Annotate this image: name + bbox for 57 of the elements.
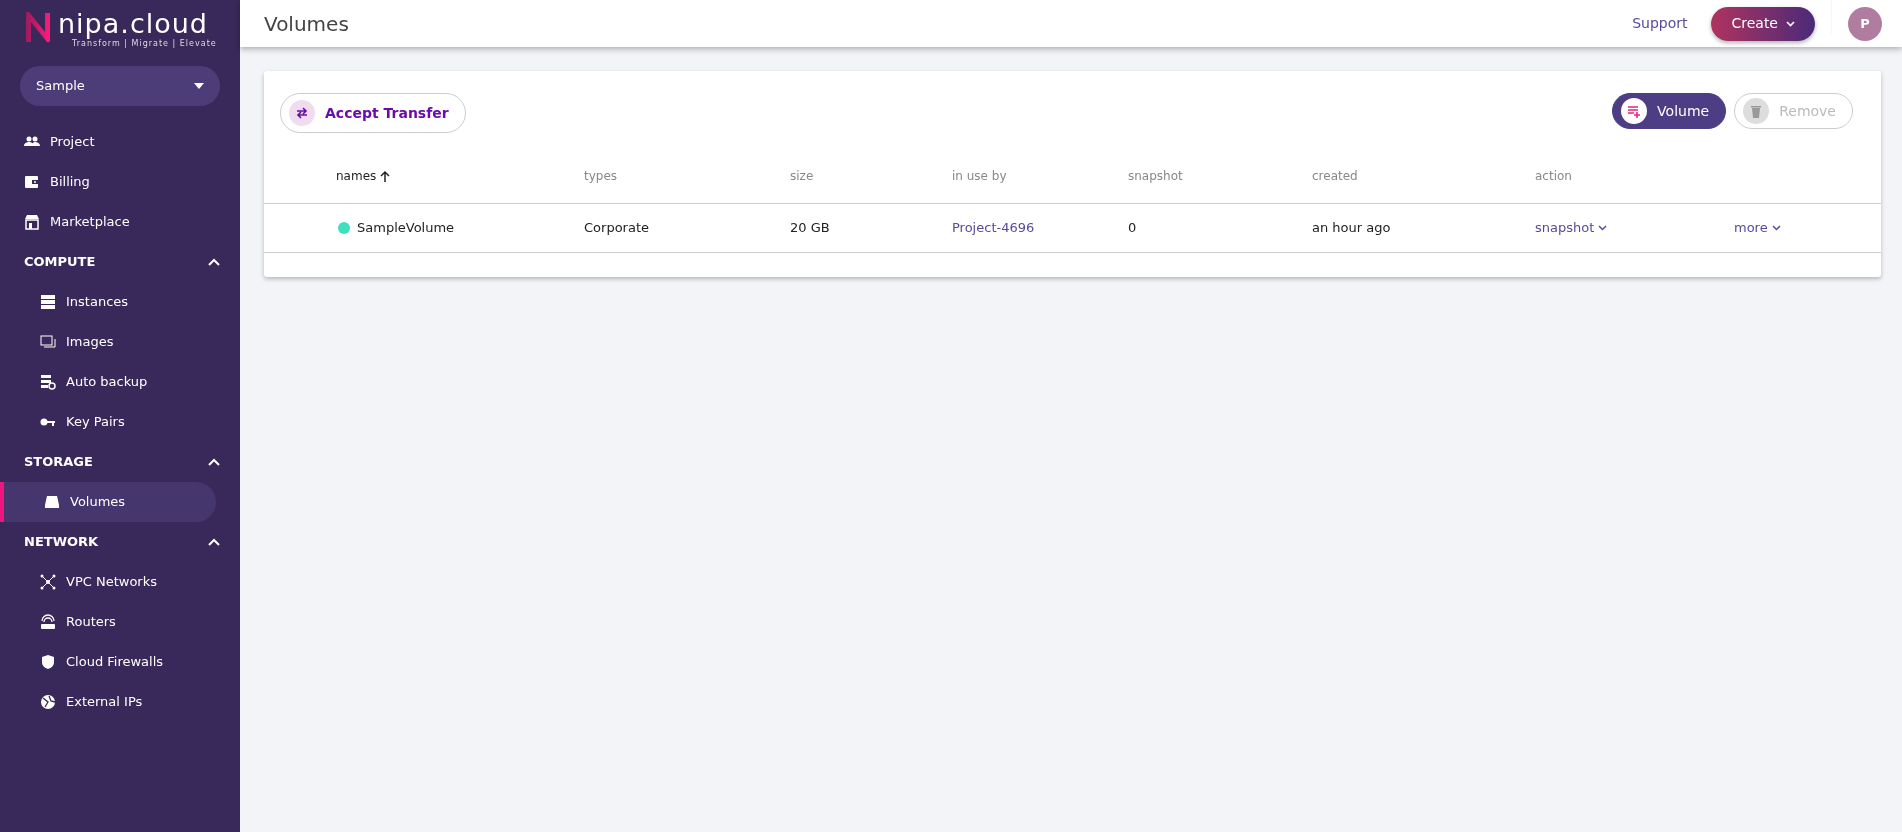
project-selector[interactable]: Sample bbox=[20, 66, 220, 106]
sidebar-item[interactable]: Key Pairs bbox=[0, 402, 216, 442]
store-icon bbox=[24, 214, 40, 230]
sidebar-item[interactable]: Instances bbox=[0, 282, 216, 322]
page-title: Volumes bbox=[264, 10, 350, 38]
server-icon bbox=[40, 294, 56, 310]
sidebar-item[interactable]: Volumes bbox=[0, 482, 216, 522]
sidebar-item[interactable]: Auto backup bbox=[0, 362, 216, 402]
more-dropdown[interactable]: more bbox=[1734, 218, 1781, 238]
sidebar-item[interactable]: Project bbox=[0, 122, 216, 162]
column-header[interactable]: types bbox=[584, 167, 618, 185]
trash-icon bbox=[1749, 104, 1764, 118]
column-header[interactable]: snapshot bbox=[1128, 167, 1183, 185]
sidebar-item[interactable]: External IPs bbox=[0, 682, 216, 722]
table-cell-text: 0 bbox=[1128, 219, 1137, 238]
sidebar-item[interactable]: Images bbox=[0, 322, 216, 362]
sidebar-item[interactable]: Billing bbox=[0, 162, 216, 202]
chevron-down-icon bbox=[1598, 225, 1608, 231]
accept-transfer-button[interactable]: Accept Transfer bbox=[280, 93, 466, 133]
sidebar-item[interactable]: VPC Networks bbox=[0, 562, 216, 602]
column-header[interactable]: action bbox=[1535, 167, 1572, 185]
add-list-icon bbox=[1627, 104, 1642, 118]
chevron-up-icon bbox=[208, 258, 220, 266]
sidebar-item[interactable]: Cloud Firewalls bbox=[0, 642, 216, 682]
wallet-icon bbox=[24, 174, 40, 190]
router-icon bbox=[40, 614, 56, 630]
sort-up-arrow-icon[interactable] bbox=[379, 170, 392, 182]
section-header[interactable]: STORAGE bbox=[0, 442, 240, 482]
table-cell-text: Corporate bbox=[584, 219, 649, 238]
section-header[interactable]: COMPUTE bbox=[0, 242, 240, 282]
section-header[interactable]: NETWORK bbox=[0, 522, 240, 562]
chevron-up-icon bbox=[208, 538, 220, 546]
project-link[interactable]: Project-4696 bbox=[952, 218, 1035, 238]
globe-icon bbox=[40, 694, 56, 710]
support-link[interactable]: Support bbox=[1632, 13, 1688, 34]
stacked-images-icon bbox=[40, 334, 56, 350]
chevron-up-icon bbox=[208, 458, 220, 466]
column-header[interactable]: size bbox=[790, 167, 814, 185]
column-header[interactable]: names bbox=[336, 167, 377, 185]
shield-icon bbox=[40, 654, 56, 670]
chevron-down-icon bbox=[1786, 20, 1795, 27]
table-cell-text: an hour ago bbox=[1312, 219, 1391, 238]
sidebar-item[interactable]: Marketplace bbox=[0, 202, 216, 242]
backup-icon bbox=[40, 374, 56, 390]
sidebar-item[interactable]: Routers bbox=[0, 602, 216, 642]
swap-arrows-icon bbox=[295, 107, 309, 119]
column-header[interactable]: created bbox=[1312, 167, 1358, 185]
snapshot-dropdown[interactable]: snapshot bbox=[1535, 218, 1608, 238]
column-header[interactable]: in use by bbox=[952, 167, 1007, 185]
add-volume-button[interactable]: Volume bbox=[1612, 93, 1727, 129]
chevron-down-icon bbox=[1771, 225, 1781, 231]
network-icon bbox=[40, 574, 56, 590]
create-button[interactable]: Create bbox=[1711, 6, 1815, 41]
table-cell-text: SampleVolume bbox=[357, 219, 455, 238]
logo-icon bbox=[24, 10, 52, 44]
caret-icon bbox=[194, 83, 204, 89]
table-cell-text: 20 GB bbox=[790, 219, 830, 238]
